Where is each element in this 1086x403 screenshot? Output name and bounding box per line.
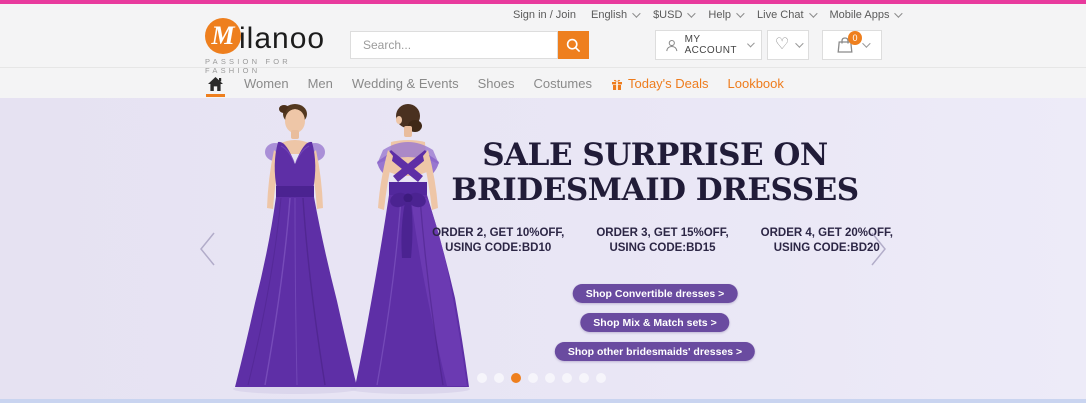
search-input[interactable] bbox=[350, 31, 558, 59]
nav-home[interactable] bbox=[206, 77, 225, 91]
hero-title-line2: BRIDESMAID DRESSES bbox=[420, 173, 890, 208]
search-form bbox=[350, 31, 589, 59]
nav-costumes[interactable]: Costumes bbox=[533, 76, 592, 91]
bottom-accent-bar bbox=[0, 399, 1086, 403]
currency-menu[interactable]: $USD bbox=[653, 9, 693, 21]
chevron-down-icon bbox=[736, 9, 744, 17]
angle-right-icon bbox=[868, 231, 888, 267]
chevron-down-icon bbox=[809, 9, 817, 17]
offer-divider bbox=[735, 220, 754, 262]
top-accent-bar bbox=[0, 0, 1086, 4]
nav-divider bbox=[0, 67, 1086, 68]
signin-join-link[interactable]: Sign in / Join bbox=[513, 9, 576, 21]
carousel-dots bbox=[477, 373, 606, 383]
cart-count-badge: 0 bbox=[848, 31, 862, 45]
hero-banner: SALE SURPRISE ON BRIDESMAID DRESSES ORDE… bbox=[0, 98, 1086, 399]
carousel-dot-3[interactable] bbox=[511, 373, 521, 383]
mobile-apps-menu[interactable]: Mobile Apps bbox=[830, 9, 901, 21]
chevron-down-icon bbox=[895, 9, 903, 17]
live-chat-menu[interactable]: Live Chat bbox=[757, 9, 814, 21]
my-account-label: MY ACCOUNT bbox=[685, 34, 741, 56]
carousel-dot-1[interactable] bbox=[477, 373, 487, 383]
carousel-dot-5[interactable] bbox=[545, 373, 555, 383]
carousel-dot-8[interactable] bbox=[596, 373, 606, 383]
carousel-dot-2[interactable] bbox=[494, 373, 504, 383]
shop-mix-match-sets-button[interactable]: Shop Mix & Match sets > bbox=[580, 313, 729, 332]
carousel-prev-arrow[interactable] bbox=[198, 231, 218, 272]
logo-m-icon: M bbox=[205, 18, 241, 54]
hero-title: SALE SURPRISE ON BRIDESMAID DRESSES bbox=[420, 138, 890, 208]
gift-icon bbox=[611, 78, 623, 90]
chevron-down-icon bbox=[795, 39, 803, 47]
utility-bar: Sign in / Join English $USD Help Live Ch… bbox=[513, 9, 900, 21]
my-account-menu[interactable]: MY ACCOUNT bbox=[655, 30, 762, 60]
carousel-dot-4[interactable] bbox=[528, 373, 538, 383]
nav-wedding-events[interactable]: Wedding & Events bbox=[352, 76, 459, 91]
offer-divider bbox=[571, 220, 590, 262]
offer-order3: ORDER 3, GET 15%OFF, USING CODE:BD15 bbox=[596, 226, 728, 256]
language-menu[interactable]: English bbox=[591, 9, 638, 21]
carousel-dot-7[interactable] bbox=[579, 373, 589, 383]
promo-offers: ORDER 2, GET 10%OFF, USING CODE:BD10 ORD… bbox=[440, 218, 885, 264]
home-icon bbox=[208, 77, 223, 91]
chevron-down-icon bbox=[632, 9, 640, 17]
shop-other-bridesmaids-dresses-button[interactable]: Shop other bridesmaids' dresses > bbox=[555, 342, 755, 361]
carousel-next-arrow[interactable] bbox=[868, 231, 888, 272]
hero-title-line1: SALE SURPRISE ON bbox=[420, 138, 890, 173]
offer-order2: ORDER 2, GET 10%OFF, USING CODE:BD10 bbox=[432, 226, 564, 256]
search-button[interactable] bbox=[558, 31, 589, 59]
nav-todays-deals[interactable]: Today's Deals bbox=[611, 76, 709, 91]
chevron-down-icon bbox=[747, 40, 755, 48]
nav-men[interactable]: Men bbox=[308, 76, 333, 91]
nav-shoes[interactable]: Shoes bbox=[478, 76, 515, 91]
nav-lookbook[interactable]: Lookbook bbox=[728, 76, 784, 91]
shop-convertible-dresses-button[interactable]: Shop Convertible dresses > bbox=[573, 284, 738, 303]
search-icon bbox=[566, 38, 581, 53]
angle-left-icon bbox=[198, 231, 218, 267]
logo-text: ilanoo bbox=[239, 24, 325, 54]
cart-menu[interactable]: 0 bbox=[822, 30, 882, 60]
nav-todays-deals-label: Today's Deals bbox=[628, 76, 709, 91]
wishlist-menu[interactable]: ♡ bbox=[767, 30, 809, 60]
chevron-down-icon bbox=[862, 39, 870, 47]
heart-icon: ♡ bbox=[775, 37, 789, 53]
main-nav: Women Men Wedding & Events Shoes Costume… bbox=[206, 69, 784, 98]
nav-women[interactable]: Women bbox=[244, 76, 289, 91]
help-menu[interactable]: Help bbox=[708, 9, 742, 21]
carousel-dot-6[interactable] bbox=[562, 373, 572, 383]
active-nav-indicator bbox=[206, 94, 225, 97]
milanoo-homepage: Sign in / Join English $USD Help Live Ch… bbox=[0, 0, 1086, 403]
user-icon bbox=[665, 37, 679, 54]
chevron-down-icon bbox=[688, 9, 696, 17]
